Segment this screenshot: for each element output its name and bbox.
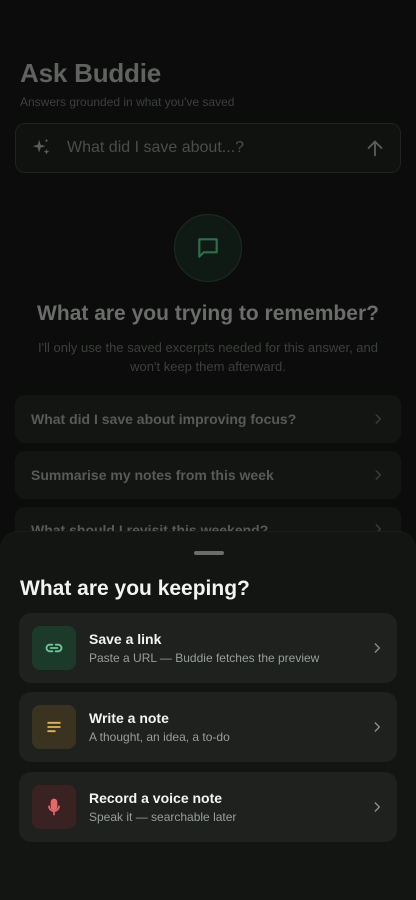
option-title: Write a note bbox=[89, 710, 169, 726]
arrow-up-icon[interactable] bbox=[364, 137, 386, 159]
add-item-sheet: What are you keeping? Save a link Paste … bbox=[0, 531, 416, 900]
chevron-right-icon bbox=[375, 414, 382, 424]
link-icon-tile bbox=[32, 626, 76, 670]
microphone-icon bbox=[48, 798, 60, 816]
chevron-right-icon bbox=[374, 722, 381, 732]
sheet-drag-handle[interactable] bbox=[194, 551, 224, 555]
option-subtitle: Speak it — searchable later bbox=[89, 810, 237, 824]
save-link-option[interactable]: Save a link Paste a URL — Buddie fetches… bbox=[19, 613, 397, 683]
ask-buddie-screen: Ask Buddie Answers grounded in what you'… bbox=[0, 0, 416, 900]
chevron-right-icon bbox=[374, 643, 381, 653]
ask-input[interactable]: What did I save about...? bbox=[15, 123, 401, 173]
write-note-option[interactable]: Write a note A thought, an idea, a to-do bbox=[19, 692, 397, 762]
ask-input-placeholder: What did I save about...? bbox=[67, 139, 244, 156]
suggestion-label: What did I save about improving focus? bbox=[31, 411, 297, 427]
microphone-icon-tile bbox=[32, 785, 76, 829]
sheet-title: What are you keeping? bbox=[20, 577, 250, 600]
empty-state-body: I'll only use the saved excerpts needed … bbox=[38, 340, 378, 374]
record-voice-option[interactable]: Record a voice note Speak it — searchabl… bbox=[19, 772, 397, 842]
option-subtitle: A thought, an idea, a to-do bbox=[89, 730, 230, 744]
note-lines-icon bbox=[47, 721, 61, 733]
suggestion-item[interactable]: Summarise my notes from this week bbox=[15, 451, 401, 499]
chevron-right-icon bbox=[374, 802, 381, 812]
empty-state-title: What are you trying to remember? bbox=[37, 302, 379, 325]
chat-bubble-icon bbox=[198, 238, 218, 258]
option-subtitle: Paste a URL — Buddie fetches the preview bbox=[89, 651, 320, 665]
suggestion-item[interactable]: What did I save about improving focus? bbox=[15, 395, 401, 443]
note-icon-tile bbox=[32, 705, 76, 749]
chevron-right-icon bbox=[375, 470, 382, 480]
link-icon bbox=[45, 643, 63, 653]
page-title: Ask Buddie bbox=[20, 58, 162, 88]
chat-bubble-badge bbox=[174, 214, 242, 282]
sparkle-icon bbox=[32, 138, 50, 155]
option-title: Save a link bbox=[89, 631, 162, 647]
page-subtitle: Answers grounded in what you've saved bbox=[20, 95, 235, 109]
suggestion-label: Summarise my notes from this week bbox=[31, 467, 274, 483]
option-title: Record a voice note bbox=[89, 790, 223, 806]
